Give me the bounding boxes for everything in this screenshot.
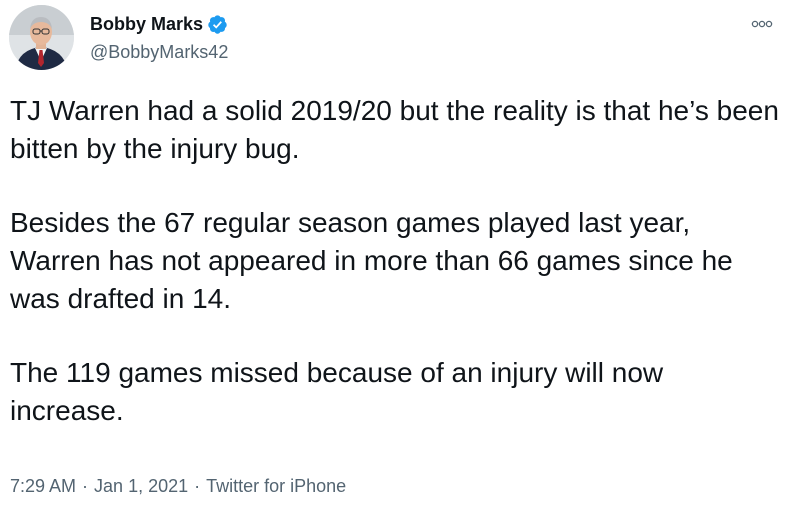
author-name[interactable]: Bobby Marks	[90, 12, 203, 36]
tweet-text: TJ Warren had a solid 2019/20 but the re…	[10, 92, 780, 430]
profile-photo-icon	[9, 5, 74, 70]
tweet-paragraph: TJ Warren had a solid 2019/20 but the re…	[10, 95, 779, 164]
tweet-meta: 7:29 AM · Jan 1, 2021 · Twitter for iPhone	[10, 474, 346, 498]
verified-badge-icon	[207, 14, 228, 35]
avatar[interactable]	[9, 5, 74, 70]
tweet-date[interactable]: Jan 1, 2021	[94, 476, 188, 496]
tweet-source[interactable]: Twitter for iPhone	[206, 476, 346, 496]
meta-separator: ·	[82, 476, 89, 496]
author-block: Bobby Marks @BobbyMarks42	[90, 12, 228, 64]
author-handle[interactable]: @BobbyMarks42	[90, 40, 228, 64]
more-options-icon[interactable]	[751, 16, 773, 28]
tweet-card: Bobby Marks @BobbyMarks42 TJ Warren had …	[0, 0, 789, 507]
name-row: Bobby Marks	[90, 12, 228, 36]
meta-separator: ·	[194, 476, 201, 496]
tweet-paragraph: The 119 games missed because of an injur…	[10, 357, 664, 426]
tweet-time[interactable]: 7:29 AM	[10, 476, 76, 496]
tweet-paragraph: Besides the 67 regular season games play…	[10, 207, 733, 314]
